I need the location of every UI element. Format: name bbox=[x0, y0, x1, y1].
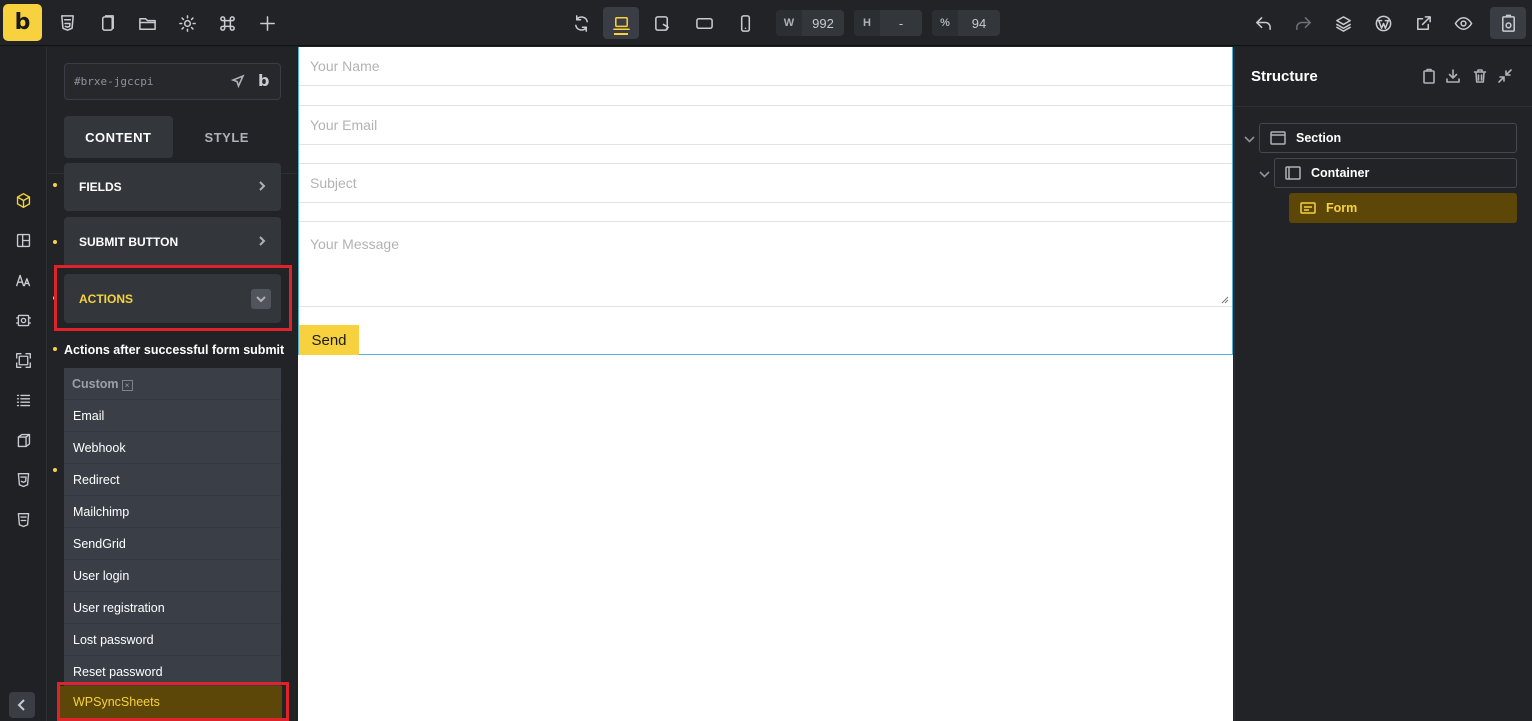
typography-icon[interactable] bbox=[8, 265, 38, 295]
collapse-panel-button[interactable] bbox=[9, 692, 35, 718]
subject-field[interactable]: Subject bbox=[299, 163, 1232, 203]
tab-content[interactable]: CONTENT bbox=[64, 116, 173, 158]
form-icon bbox=[1300, 201, 1316, 215]
tab-style[interactable]: STYLE bbox=[173, 116, 282, 158]
collapse-arrows-icon[interactable] bbox=[1497, 68, 1513, 89]
undo-icon[interactable] bbox=[1245, 7, 1281, 39]
pages-icon[interactable] bbox=[89, 7, 125, 39]
height-value: - bbox=[898, 15, 904, 31]
fields-indicator-dot bbox=[53, 183, 57, 187]
fields-section-header[interactable]: FIELDS bbox=[64, 163, 281, 211]
tree-node-form-label: Form bbox=[1326, 201, 1358, 215]
dropdown-option-user-login[interactable]: User login bbox=[64, 559, 281, 591]
tree-node-container-label: Container bbox=[1311, 166, 1370, 180]
tablet-icon[interactable] bbox=[686, 7, 722, 39]
zoom-input[interactable]: % 94 bbox=[932, 10, 1000, 36]
layers-icon[interactable] bbox=[1325, 7, 1361, 39]
frame-icon[interactable] bbox=[8, 345, 38, 375]
width-value: 992 bbox=[812, 15, 834, 31]
structure-title: Structure bbox=[1251, 68, 1318, 85]
css3-icon[interactable] bbox=[8, 465, 38, 495]
bricks-logo[interactable]: b bbox=[3, 4, 42, 41]
width-label: W bbox=[776, 10, 802, 36]
folder-icon[interactable] bbox=[129, 7, 165, 39]
panel-tabs: CONTENT STYLE bbox=[64, 116, 281, 158]
message-textarea[interactable]: Your Message bbox=[299, 221, 1232, 307]
wpsyncsheets-highlight-box bbox=[57, 682, 289, 721]
cursor-pointer-icon[interactable] bbox=[230, 74, 245, 93]
expand-section-chevron-icon[interactable] bbox=[1244, 132, 1255, 150]
dropdown-option-email[interactable]: Email bbox=[64, 399, 281, 431]
clear-custom-icon[interactable]: × bbox=[121, 380, 133, 391]
dropdown-option-webhook[interactable]: Webhook bbox=[64, 431, 281, 463]
textarea-resize-handle[interactable] bbox=[1221, 296, 1229, 304]
chevron-right-icon bbox=[257, 180, 267, 194]
dropdown-option-lost-password[interactable]: Lost password bbox=[64, 623, 281, 655]
dropdown-custom-header: Custom × bbox=[72, 377, 133, 391]
left-icon-rail bbox=[0, 47, 47, 721]
external-link-icon[interactable] bbox=[1405, 7, 1441, 39]
builder-canvas: Your Name Your Email Subject Your Messag… bbox=[298, 47, 1233, 721]
bricks-b-icon[interactable]: b bbox=[258, 71, 269, 90]
actions-highlight-box bbox=[54, 265, 292, 331]
dropdown-option-redirect[interactable]: Redirect bbox=[64, 463, 281, 495]
email-field[interactable]: Your Email bbox=[299, 105, 1232, 145]
download-icon[interactable] bbox=[1445, 68, 1461, 89]
zoom-label: % bbox=[932, 10, 958, 36]
trash-icon[interactable] bbox=[1472, 68, 1488, 89]
fields-section-label: FIELDS bbox=[79, 180, 122, 194]
height-label: H bbox=[854, 10, 880, 36]
structure-divider bbox=[1235, 106, 1532, 107]
tree-node-section-label: Section bbox=[1296, 131, 1342, 145]
name-field[interactable]: Your Name bbox=[299, 47, 1232, 86]
settings-gear-icon[interactable] bbox=[169, 7, 205, 39]
command-icon[interactable] bbox=[209, 7, 245, 39]
clipboard-icon[interactable] bbox=[1421, 68, 1437, 89]
html5-icon[interactable] bbox=[49, 7, 85, 39]
structure-panel: Structure Section Container Form bbox=[1234, 47, 1532, 721]
width-input[interactable]: W 992 bbox=[776, 10, 844, 36]
submit-button-section-header[interactable]: SUBMIT BUTTON bbox=[64, 217, 281, 267]
custom-label: Custom bbox=[72, 377, 119, 391]
actions-dropdown-list: Custom × Email Webhook Redirect Mailchimp… bbox=[64, 368, 281, 721]
dropdown-indicator-dot bbox=[53, 468, 57, 472]
tree-node-container[interactable]: Container bbox=[1274, 158, 1517, 188]
box-3d-icon[interactable] bbox=[8, 425, 38, 455]
contact-form[interactable]: Your Name Your Email Subject Your Messag… bbox=[298, 47, 1233, 355]
container-icon bbox=[1285, 166, 1301, 180]
elements-cube-icon[interactable] bbox=[8, 185, 38, 215]
chevron-right-icon bbox=[257, 235, 267, 249]
submit-button-section-label: SUBMIT BUTTON bbox=[79, 235, 179, 249]
send-button[interactable]: Send bbox=[299, 325, 359, 355]
preview-eye-icon[interactable] bbox=[1445, 7, 1481, 39]
dropdown-option-mailchimp[interactable]: Mailchimp bbox=[64, 495, 281, 527]
layout-icon[interactable] bbox=[8, 225, 38, 255]
element-id-text: #brxe-jgccpi bbox=[74, 75, 154, 88]
top-toolbar: b W 992 H - % 94 bbox=[0, 0, 1532, 46]
refresh-icon[interactable] bbox=[563, 7, 599, 39]
submit-indicator-dot bbox=[53, 240, 57, 244]
mobile-icon[interactable] bbox=[727, 7, 763, 39]
tree-node-form[interactable]: Form bbox=[1289, 193, 1517, 223]
grid-dots-icon[interactable] bbox=[8, 385, 38, 415]
element-id-field[interactable]: #brxe-jgccpi b bbox=[64, 63, 281, 100]
height-input[interactable]: H - bbox=[854, 10, 922, 36]
section-icon bbox=[1270, 131, 1286, 145]
dropdown-option-sendgrid[interactable]: SendGrid bbox=[64, 527, 281, 559]
tree-node-section[interactable]: Section bbox=[1259, 123, 1517, 153]
wordpress-icon[interactable] bbox=[1365, 7, 1401, 39]
expand-container-chevron-icon[interactable] bbox=[1259, 167, 1270, 185]
zoom-value: 94 bbox=[971, 15, 987, 31]
add-icon[interactable] bbox=[249, 7, 285, 39]
dropdown-option-user-registration[interactable]: User registration bbox=[64, 591, 281, 623]
actions-label-dot bbox=[53, 347, 57, 351]
actions-field-label: Actions after successful form submit bbox=[64, 343, 285, 357]
save-clipboard-icon[interactable] bbox=[1490, 7, 1526, 39]
laptop-breakpoint-icon[interactable] bbox=[603, 7, 639, 39]
redo-icon[interactable] bbox=[1285, 7, 1321, 39]
component-icon[interactable] bbox=[8, 305, 38, 335]
tablet-landscape-icon[interactable] bbox=[644, 7, 680, 39]
element-settings-panel: #brxe-jgccpi b CONTENT STYLE FIELDS SUBM… bbox=[48, 47, 297, 721]
html5-rail-icon[interactable] bbox=[8, 505, 38, 535]
